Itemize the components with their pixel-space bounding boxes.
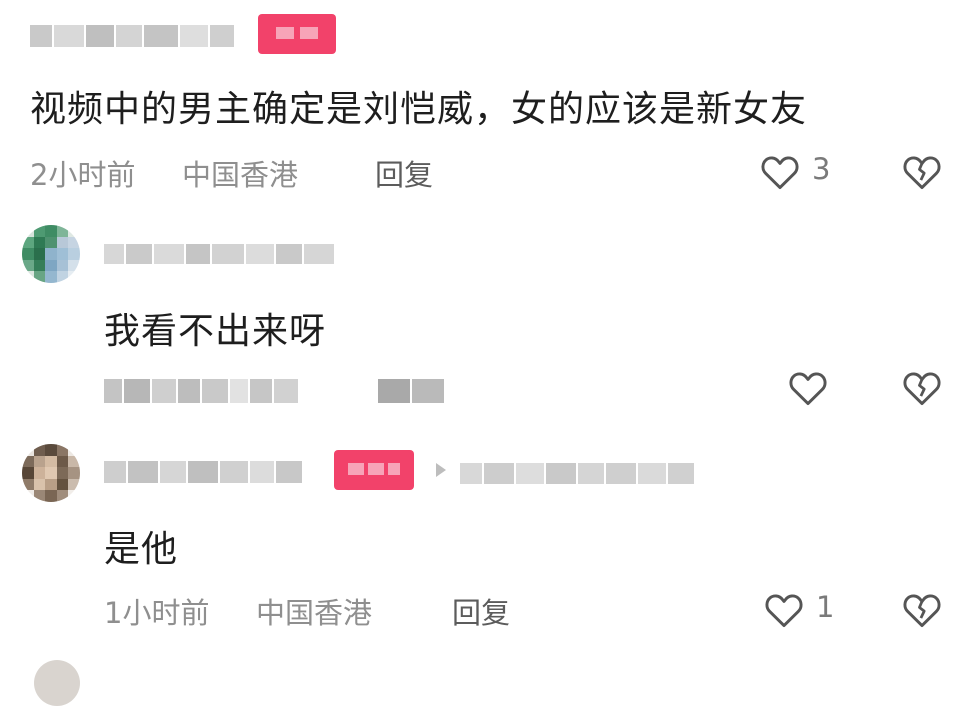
username-blurred[interactable] <box>104 456 326 488</box>
avatar[interactable] <box>22 444 80 502</box>
comment-text: 我看不出来呀 <box>104 311 327 352</box>
reply-button[interactable]: 回复 <box>452 590 510 632</box>
reply-button[interactable]: 回复 <box>375 152 433 194</box>
user-badge <box>334 450 414 490</box>
heart-outline-icon[interactable] <box>758 150 802 194</box>
like-count: 3 <box>812 152 831 186</box>
comment-text: 是他 <box>104 529 179 570</box>
comment-meta-blurred <box>104 374 332 408</box>
avatar[interactable] <box>34 660 80 706</box>
play-arrow-icon <box>432 460 450 480</box>
comment-text: 视频中的男主确定是刘恺威，女的应该是新女友 <box>30 89 808 130</box>
broken-heart-icon[interactable] <box>900 366 944 410</box>
reply-target-blurred[interactable] <box>460 458 716 488</box>
broken-heart-icon[interactable] <box>900 588 944 632</box>
comment-location: 中国香港 <box>256 596 373 630</box>
heart-outline-icon[interactable] <box>786 366 830 410</box>
like-count: 1 <box>816 590 835 624</box>
comment-time: 1小时前 <box>104 596 210 630</box>
avatar[interactable] <box>22 225 80 283</box>
username-blurred[interactable] <box>30 20 240 52</box>
comment-location: 中国香港 <box>182 158 299 192</box>
heart-outline-icon[interactable] <box>762 588 806 632</box>
username-blurred[interactable] <box>104 240 354 268</box>
user-badge <box>258 14 336 54</box>
comment-time: 2小时前 <box>30 158 136 192</box>
reply-button-blurred[interactable] <box>378 374 448 408</box>
broken-heart-icon[interactable] <box>900 150 944 194</box>
